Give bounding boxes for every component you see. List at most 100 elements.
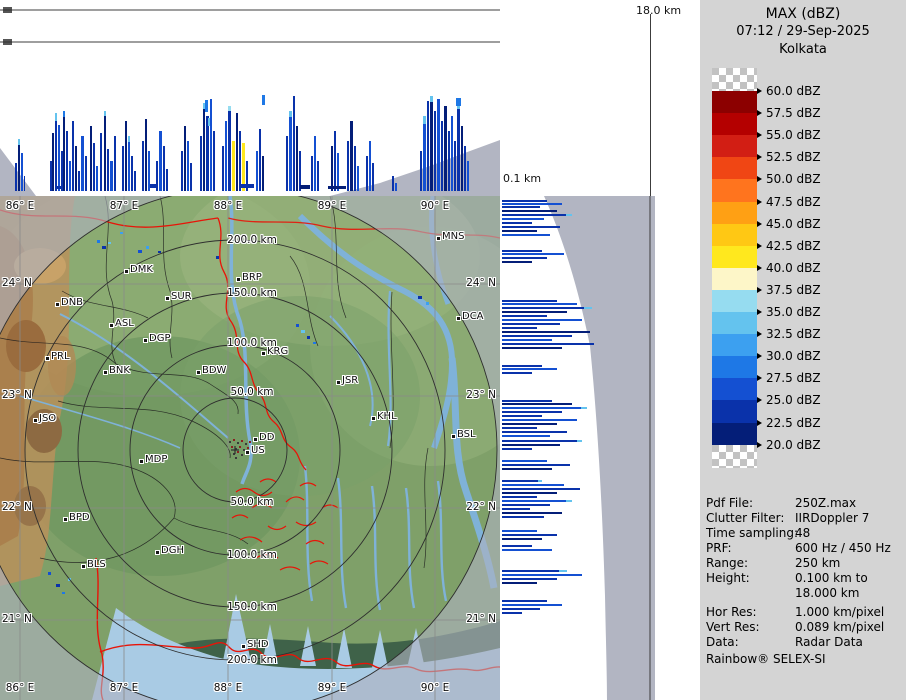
axis-tick-mark	[3, 7, 12, 13]
echo-bar	[181, 151, 183, 191]
scale-label: 60.0 dBZ	[757, 84, 821, 98]
echo-bar	[467, 161, 469, 191]
scale-tick-icon	[757, 397, 762, 404]
city-marker-dot	[242, 645, 245, 648]
city-label: US	[251, 445, 265, 456]
echo-bar	[502, 261, 532, 263]
city-marker-dot	[144, 339, 147, 342]
echo-bar	[239, 131, 241, 191]
echo-bar-cap	[430, 96, 433, 102]
echo-bar	[96, 166, 98, 191]
scale-label-text: 40.0 dBZ	[766, 260, 821, 275]
echo-bar	[187, 141, 189, 191]
echo-bar	[464, 146, 466, 191]
echo-bar	[256, 151, 258, 191]
axis-tick-mark	[3, 39, 12, 45]
echo-bar	[166, 169, 168, 191]
scale-label-text: 45.0 dBZ	[766, 216, 821, 231]
longitude-label: 88° E	[213, 682, 243, 694]
info-value: 600 Hz / 450 Hz	[795, 541, 891, 555]
echo-bar	[372, 163, 374, 191]
echo-bar-cap	[577, 440, 582, 442]
scale-tick-icon	[757, 353, 762, 360]
scale-label-text: 42.5 dBZ	[766, 238, 821, 253]
radar-display-window: 18.0 km 0.1 km 86° E 86° E 87° E 87° E 8…	[0, 0, 906, 700]
scale-tick-icon	[757, 331, 762, 338]
legend-band	[712, 312, 757, 335]
scale-label: 42.5 dBZ	[757, 239, 821, 253]
scale-label: 27.5 dBZ	[757, 371, 821, 385]
echo-bar	[502, 303, 577, 305]
scale-label-text: 37.5 dBZ	[766, 282, 821, 297]
longitude-label: 88° E	[213, 200, 243, 212]
echo-bar	[457, 103, 460, 191]
height-axis-min-label: 0.1 km	[503, 172, 542, 185]
echo-float	[55, 186, 61, 189]
city-label: KRG	[267, 346, 289, 357]
echo-bar	[502, 604, 562, 606]
echo-bar	[15, 163, 17, 191]
echo-bar	[200, 136, 202, 191]
city-label: BPD	[69, 512, 90, 523]
info-label: Data:	[706, 635, 739, 649]
scale-label-text: 25.0 dBZ	[766, 393, 821, 408]
city-marker-dot	[237, 278, 240, 281]
echo-bar	[437, 99, 440, 191]
echo-bar	[448, 131, 450, 191]
echo-bar	[206, 116, 209, 191]
echo-bar	[502, 500, 572, 502]
scale-label-text: 57.5 dBZ	[766, 106, 821, 121]
scale-label-text: 22.5 dBZ	[766, 415, 821, 430]
echo-bar	[125, 121, 127, 191]
longitude-label: 86° E	[5, 682, 35, 694]
echo-bar	[502, 464, 570, 466]
echo-bar	[236, 113, 238, 191]
info-row: Time sampling: 48	[706, 526, 810, 541]
echo-bar	[420, 151, 422, 191]
city-marker-dot	[46, 357, 49, 360]
scale-tick-icon	[757, 110, 762, 117]
latitude-label: 24° N	[466, 277, 496, 289]
echo-bar	[502, 368, 557, 370]
echo-float	[240, 184, 254, 188]
echo-bar	[293, 96, 295, 191]
echo-bar	[502, 218, 544, 220]
echo-bar	[502, 444, 560, 446]
scale-label-text: 50.0 dBZ	[766, 172, 821, 187]
echo-bar	[502, 530, 537, 532]
echo-bar	[502, 570, 567, 572]
city-marker-dot	[437, 237, 440, 240]
echo-bar-cap	[423, 116, 426, 124]
echo-bar	[502, 307, 592, 309]
longitude-label: 87° E	[109, 200, 139, 212]
scale-label: 40.0 dBZ	[757, 261, 821, 275]
city-marker-dot	[197, 371, 200, 374]
info-row: Range: 250 km	[706, 556, 840, 571]
echo-bar	[85, 156, 87, 191]
legend-band	[712, 157, 757, 180]
info-value: 0.100 km to	[795, 571, 868, 585]
echo-bar	[502, 440, 582, 442]
echo-bar	[210, 99, 212, 191]
echo-bar	[286, 136, 288, 191]
city-marker-dot	[34, 419, 37, 422]
echo-bar	[502, 311, 567, 313]
echo-bar	[441, 121, 443, 191]
city-marker-dot	[56, 303, 59, 306]
info-label: Pdf File:	[706, 496, 754, 510]
echo-bar-cap	[18, 139, 20, 145]
echo-bar	[347, 141, 349, 191]
info-label: PRF:	[706, 541, 732, 555]
echo-bar	[58, 125, 60, 191]
echo-bar-cap	[55, 113, 57, 121]
echo-bar	[190, 163, 192, 191]
scale-label: 52.5 dBZ	[757, 150, 821, 164]
city-marker-dot	[372, 417, 375, 420]
scale-label: 22.5 dBZ	[757, 416, 821, 430]
legend-band	[712, 223, 757, 247]
echo-bar-cap	[104, 111, 106, 116]
height-axis-line-18km	[650, 14, 651, 196]
range-ring-label: 50.0 km	[230, 386, 274, 398]
info-row: Vert Res: 0.089 km/pixel	[706, 620, 884, 635]
scale-tick-icon	[757, 286, 762, 293]
